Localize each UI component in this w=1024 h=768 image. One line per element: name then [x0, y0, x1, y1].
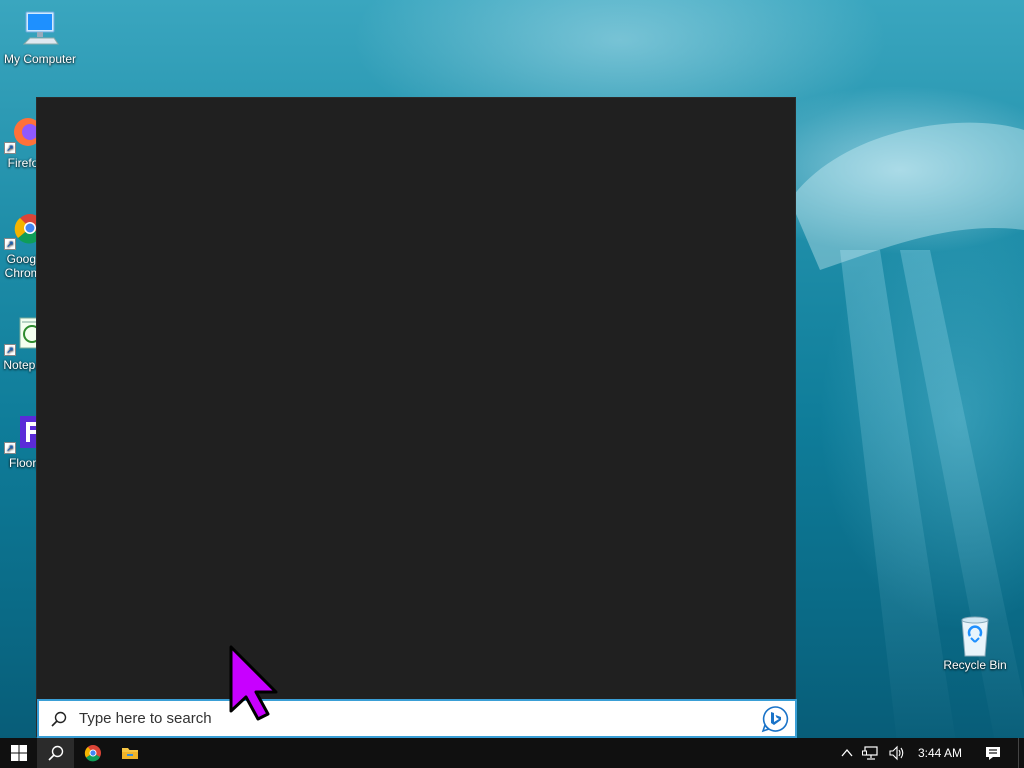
show-hidden-icons-button[interactable]: [836, 738, 858, 768]
taskbar-chrome[interactable]: [74, 738, 111, 768]
show-desktop-button[interactable]: [1018, 738, 1024, 768]
taskbar-search-button[interactable]: [37, 738, 74, 768]
taskbar-clock[interactable]: 3:44 AM: [910, 738, 972, 768]
network-icon: [861, 746, 878, 760]
shortcut-arrow-icon: ↗: [4, 442, 16, 454]
action-center-icon: [986, 747, 1000, 760]
chrome-icon: [84, 745, 101, 762]
chevron-up-icon: [841, 748, 853, 757]
desktop-icon-my-computer[interactable]: My Computer: [0, 8, 80, 66]
bing-icon: [761, 705, 789, 732]
desktop-icon-label: Recycle Bin: [943, 658, 1007, 672]
taskbar-file-explorer[interactable]: [111, 738, 148, 768]
desktop-icon-recycle-bin[interactable]: Recycle Bin: [935, 614, 1015, 672]
action-center-button[interactable]: [972, 738, 1014, 768]
search-box[interactable]: [37, 699, 797, 738]
search-flyout: [36, 97, 797, 738]
search-icon: [47, 745, 63, 761]
search-input[interactable]: [79, 701, 755, 736]
bing-chat-button[interactable]: [755, 701, 795, 736]
shortcut-arrow-icon: ↗: [4, 142, 16, 154]
recycle-bin-icon: [955, 614, 995, 657]
volume-icon: [889, 745, 904, 761]
system-tray: 3:44 AM: [836, 738, 1024, 768]
search-results-pane: [37, 98, 795, 698]
computer-icon: [20, 8, 60, 48]
volume-button[interactable]: [884, 738, 910, 768]
start-button[interactable]: [0, 738, 37, 768]
desktop: My Computer ↗ Firefox ↗ Google Chrome ↗ …: [0, 0, 1024, 768]
shortcut-arrow-icon: ↗: [4, 344, 16, 356]
taskbar: 3:44 AM: [0, 738, 1024, 768]
file-explorer-icon: [121, 748, 138, 759]
windows-start-icon: [10, 745, 27, 761]
network-button[interactable]: [858, 738, 884, 768]
search-icon: [39, 710, 79, 728]
shortcut-arrow-icon: ↗: [4, 238, 16, 250]
desktop-icon-label: My Computer: [3, 52, 77, 66]
